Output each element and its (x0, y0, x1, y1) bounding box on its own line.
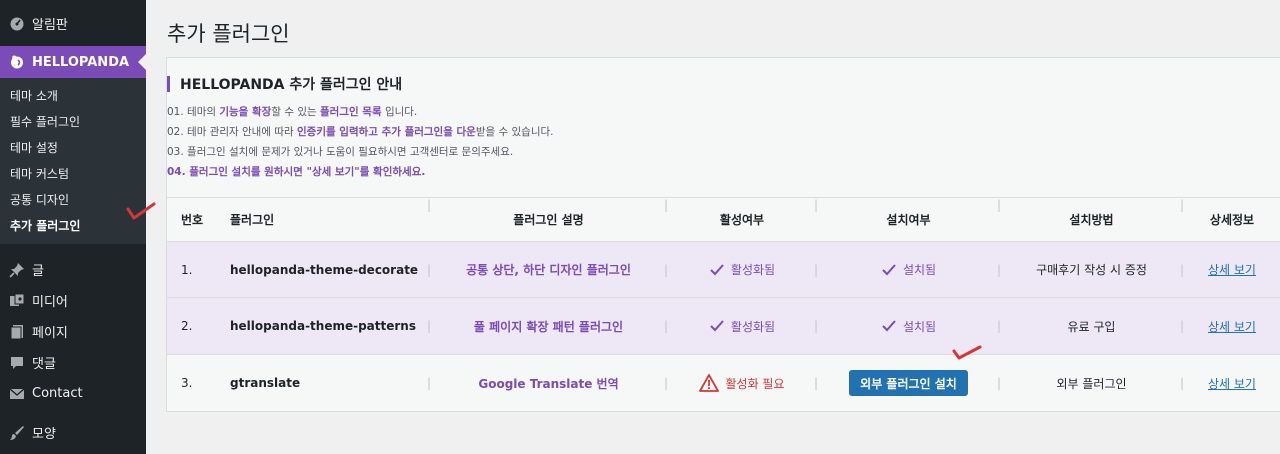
comment-icon (8, 354, 26, 372)
header-num: 번호 (181, 213, 204, 227)
menu-dashboard[interactable]: 알림판 (0, 6, 146, 40)
header-desc: 플러그인 설명 (427, 198, 667, 241)
row-num: 1. (181, 262, 193, 277)
row-active-cell: 활성화 필요 (664, 355, 817, 411)
note-3: 03. 플러그인 설치에 문제가 있거나 도움이 필요하시면 고객센터로 문의주… (167, 146, 514, 158)
submenu-theme-intro[interactable]: 테마 소개 (0, 82, 146, 108)
main-menu: 글 미디어 페이지 댓글 Contact 모양 (0, 244, 146, 448)
row-detail-cell: 상세 보기 (1180, 355, 1280, 411)
header-active: 활성여부 (664, 198, 817, 241)
annotation-check-mark (952, 345, 982, 360)
plugin-panel: HELLOPANDA 추가 플러그인 안내 01. 테마의 기능을 확장할 수 … (166, 57, 1280, 412)
row-desc-link[interactable]: 공통 상단, 하단 디자인 플러그인 (466, 261, 631, 278)
row-active-status: 활성화됨 (730, 319, 776, 334)
row-desc-cell: 풀 페이지 확장 패턴 플러그인 (427, 298, 667, 354)
detail-link[interactable]: 상세 보기 (1208, 318, 1256, 335)
note-2: 02. 테마 관리자 안내에 따라 인증키를 입력하고 추가 플러그인을 다운받… (167, 126, 554, 138)
gauge-icon (8, 14, 26, 32)
menu-pages[interactable]: 페이지 (0, 316, 146, 347)
row-installed-status: 설치됨 (902, 263, 937, 277)
page-icon (8, 323, 26, 341)
section-title: HELLOPANDA 추가 플러그인 안내 (180, 77, 403, 93)
menu-posts-label: 글 (32, 264, 44, 279)
menu-dashboard-label: 알림판 (32, 17, 68, 33)
table-row: 1. hellopanda-theme-decorate 공통 상단, 하단 디… (167, 241, 1280, 298)
menu-contact-label: Contact (32, 386, 83, 401)
check-icon (882, 263, 896, 275)
detail-link[interactable]: 상세 보기 (1208, 261, 1256, 278)
header-method: 설치방법 (997, 198, 1183, 241)
check-icon (882, 320, 896, 332)
admin-sidebar: 알림판 HELLOPANDA 테마 소개 필수 플러그인 테마 설정 테마 커스… (0, 0, 146, 454)
row-installed-status: 설치됨 (902, 319, 937, 334)
row-active-cell: 활성화됨 (664, 298, 817, 354)
menu-contact[interactable]: Contact (0, 378, 146, 409)
row-desc-cell: 공통 상단, 하단 디자인 플러그인 (427, 242, 667, 297)
row-plugin-name: hellopanda-theme-decorate (230, 262, 419, 277)
header-detail: 상세정보 (1180, 198, 1280, 241)
section-accent-bar (167, 76, 170, 92)
row-active-cell: 활성화됨 (664, 242, 817, 297)
row-plugin-name: gtranslate (230, 376, 301, 390)
header-installed: 설치여부 (814, 198, 1000, 241)
install-external-plugin-button[interactable]: 외부 플러그인 설치 (849, 370, 968, 396)
submenu-required-plugins[interactable]: 필수 플러그인 (0, 108, 146, 134)
brush-icon (8, 424, 26, 442)
row-active-status: 활성화됨 (730, 263, 776, 277)
submenu-theme-settings[interactable]: 테마 설정 (0, 134, 146, 160)
table-row: 3. gtranslate Google Translate 번역 활성화 필요… (167, 355, 1280, 412)
row-detail-cell: 상세 보기 (1180, 242, 1280, 297)
menu-appearance-label: 모양 (32, 427, 56, 442)
plugin-table: 번호 플러그인 플러그인 설명 활성여부 설치여부 설치방법 상세정보 1. h… (167, 197, 1280, 412)
media-icon (8, 292, 26, 310)
row-desc-cell: Google Translate 번역 (427, 355, 667, 411)
note-4: 04. 플러그인 설치를 원하시면 "상세 보기"를 확인하세요. (167, 166, 426, 178)
row-method: 유료 구입 (997, 298, 1183, 354)
main-content: 추가 플러그인 HELLOPANDA 추가 플러그인 안내 01. 테마의 기능… (146, 0, 1280, 454)
row-desc-link[interactable]: Google Translate 번역 (478, 375, 618, 392)
menu-hellopanda[interactable]: HELLOPANDA (0, 46, 146, 78)
check-icon (710, 320, 724, 332)
row-installed-cell: 설치됨 (814, 242, 1000, 297)
table-row: 2. hellopanda-theme-patterns 풀 페이지 확장 패턴… (167, 298, 1280, 355)
menu-appearance[interactable]: 모양 (0, 417, 146, 448)
table-header: 번호 플러그인 플러그인 설명 활성여부 설치여부 설치방법 상세정보 (167, 197, 1280, 241)
menu-pages-label: 페이지 (32, 326, 68, 341)
menu-hellopanda-label: HELLOPANDA (32, 54, 130, 70)
warning-icon (699, 374, 720, 392)
note-1: 01. 테마의 기능을 확장할 수 있는 플러그인 목록 입니다. (167, 106, 418, 118)
menu-comments[interactable]: 댓글 (0, 347, 146, 378)
row-method: 구매후기 작성 시 증정 (997, 242, 1183, 297)
menu-media-label: 미디어 (32, 295, 68, 310)
section-header: HELLOPANDA 추가 플러그인 안내 (167, 75, 402, 93)
page-title: 추가 플러그인 (167, 22, 290, 46)
panda-icon (8, 53, 26, 71)
row-method: 외부 플러그인 (997, 355, 1183, 411)
row-installed-cell: 외부 플러그인 설치 (814, 355, 1000, 411)
header-plugin: 플러그인 (230, 213, 275, 227)
menu-media[interactable]: 미디어 (0, 285, 146, 316)
pin-icon (8, 261, 26, 279)
menu-comments-label: 댓글 (32, 357, 56, 372)
row-active-status: 활성화 필요 (725, 376, 785, 391)
detail-link[interactable]: 상세 보기 (1208, 375, 1256, 392)
notes-list: 01. 테마의 기능을 확장할 수 있는 플러그인 목록 입니다. 02. 테마… (167, 102, 553, 182)
row-desc-link[interactable]: 풀 페이지 확장 패턴 플러그인 (474, 318, 623, 335)
menu-posts[interactable]: 글 (0, 254, 146, 285)
row-detail-cell: 상세 보기 (1180, 298, 1280, 354)
mail-icon (8, 385, 26, 403)
row-num: 2. (181, 319, 193, 333)
submenu-theme-custom[interactable]: 테마 커스텀 (0, 160, 146, 186)
row-plugin-name: hellopanda-theme-patterns (230, 319, 416, 333)
check-icon (710, 263, 724, 275)
row-num: 3. (181, 376, 193, 390)
